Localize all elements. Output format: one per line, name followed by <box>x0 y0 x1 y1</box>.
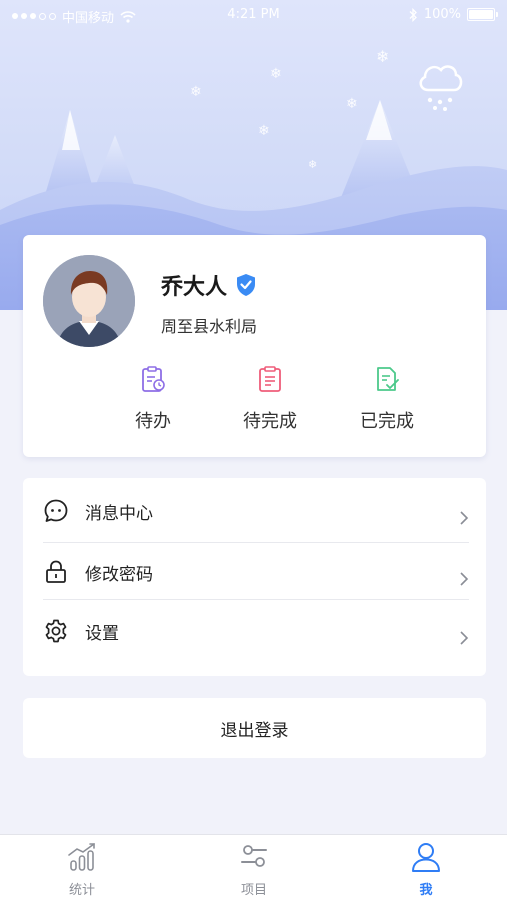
quick-action-label: 待完成 <box>243 411 297 432</box>
tab-label: 统计 <box>68 883 95 898</box>
quick-action-done[interactable]: 已完成 <box>337 365 437 433</box>
quick-action-todo[interactable]: 待办 <box>103 365 203 433</box>
svg-text:❄: ❄ <box>346 96 358 112</box>
tab-label: 我 <box>419 883 433 898</box>
tab-label: 项目 <box>240 883 267 898</box>
svg-text:❄: ❄ <box>270 66 282 82</box>
bluetooth-icon <box>409 7 417 22</box>
user-name: 乔大人 <box>161 275 228 300</box>
clipboard-clock-icon <box>142 366 165 392</box>
status-right: 100% <box>409 7 498 22</box>
settings-menu: 消息中心 修改密码 设置 <box>23 478 486 676</box>
svg-text:❄: ❄ <box>308 158 317 171</box>
tab-me[interactable]: 我 <box>376 841 476 898</box>
tab-statistics[interactable]: 统计 <box>32 841 132 898</box>
quick-action-label: 待办 <box>135 411 171 432</box>
quick-action-pending[interactable]: 待完成 <box>220 365 320 433</box>
menu-item-settings[interactable]: 设置 <box>43 603 469 659</box>
chevron-right-icon <box>460 631 469 645</box>
tab-projects[interactable]: 项目 <box>204 841 304 898</box>
menu-item-label: 消息中心 <box>85 503 153 524</box>
battery-icon <box>467 8 498 21</box>
chevron-right-icon <box>460 511 469 525</box>
menu-item-label: 设置 <box>85 623 119 644</box>
person-icon <box>412 843 440 872</box>
divider <box>43 542 469 543</box>
logout-button[interactable]: 退出登录 <box>23 698 486 758</box>
gear-icon <box>45 619 67 643</box>
verified-badge-icon <box>237 274 256 296</box>
svg-text:❄: ❄ <box>190 84 202 100</box>
chart-icon <box>68 843 95 871</box>
clipboard-list-icon <box>259 366 281 392</box>
tab-bar: 统计 项目 我 <box>0 834 507 901</box>
svg-text:❄: ❄ <box>376 47 389 66</box>
menu-item-messages[interactable]: 消息中心 <box>43 483 469 539</box>
avatar[interactable] <box>43 255 135 347</box>
battery-percent: 100% <box>423 7 461 22</box>
menu-item-label: 修改密码 <box>85 564 153 585</box>
profile-card: 乔大人 周至县水利局 待办 待完成 已完成 <box>23 235 486 457</box>
weather-cloud-icon <box>419 65 463 111</box>
user-name-row: 乔大人 <box>161 269 257 301</box>
svg-text:❄: ❄ <box>258 123 270 139</box>
status-bar: 中国移动 4:21 PM 100% <box>0 0 507 32</box>
user-organization: 周至县水利局 <box>161 317 258 336</box>
lock-icon <box>46 560 66 583</box>
sliders-icon <box>241 845 267 867</box>
chat-bubble-icon <box>44 499 68 522</box>
chevron-right-icon <box>460 572 469 586</box>
document-check-icon <box>377 367 399 391</box>
menu-item-change-password[interactable]: 修改密码 <box>43 544 469 600</box>
quick-action-label: 已完成 <box>360 411 414 432</box>
divider <box>43 599 469 600</box>
